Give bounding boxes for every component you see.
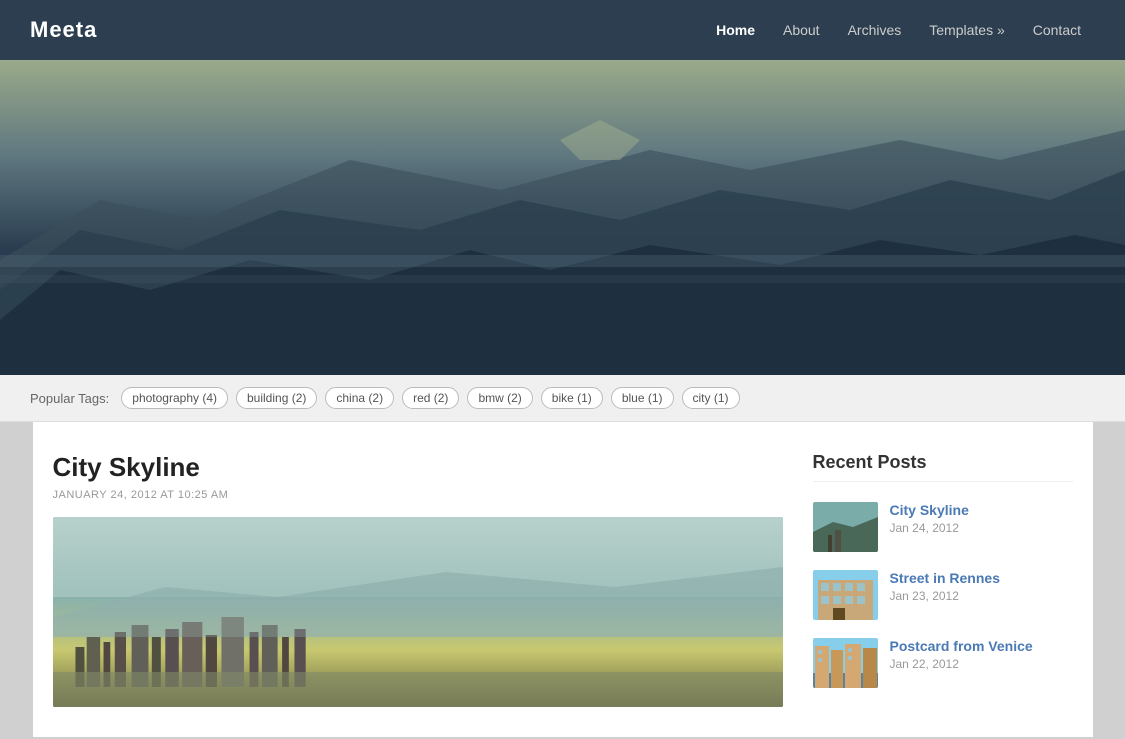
site-header: Meeta Home About Archives Templates » Co…	[0, 0, 1125, 60]
recent-post-item: City Skyline Jan 24, 2012	[813, 502, 1073, 552]
post-date: JANUARY 24, 2012 AT 10:25 AM	[53, 489, 783, 501]
tag-china[interactable]: china (2)	[325, 387, 394, 409]
recent-post-thumb-3	[813, 638, 878, 688]
recent-post-date-2: Jan 23, 2012	[890, 589, 1000, 603]
nav-home[interactable]: Home	[702, 0, 769, 60]
recent-post-item: Street in Rennes Jan 23, 2012	[813, 570, 1073, 620]
post-area: City Skyline JANUARY 24, 2012 AT 10:25 A…	[53, 452, 813, 707]
tag-city[interactable]: city (1)	[682, 387, 740, 409]
tag-photography[interactable]: photography (4)	[121, 387, 228, 409]
main-wrapper: City Skyline JANUARY 24, 2012 AT 10:25 A…	[33, 422, 1093, 737]
tag-building[interactable]: building (2)	[236, 387, 317, 409]
nav-about[interactable]: About	[769, 0, 834, 60]
recent-post-item: Postcard from Venice Jan 22, 2012	[813, 638, 1073, 688]
recent-post-date-3: Jan 22, 2012	[890, 657, 1033, 671]
post-image	[53, 517, 783, 707]
nav-archives[interactable]: Archives	[834, 0, 916, 60]
content-area: City Skyline JANUARY 24, 2012 AT 10:25 A…	[33, 422, 1093, 737]
recent-post-date-1: Jan 24, 2012	[890, 521, 969, 535]
nav-contact[interactable]: Contact	[1019, 0, 1095, 60]
recent-post-title-2[interactable]: Street in Rennes	[890, 570, 1000, 586]
sidebar: Recent Posts City Skyline Jan 24, 2012	[813, 452, 1073, 707]
tags-label: Popular Tags:	[30, 391, 109, 406]
recent-posts-title: Recent Posts	[813, 452, 1073, 482]
tag-bmw[interactable]: bmw (2)	[467, 387, 532, 409]
tag-blue[interactable]: blue (1)	[611, 387, 674, 409]
tags-bar: Popular Tags: photography (4) building (…	[0, 375, 1125, 422]
tag-red[interactable]: red (2)	[402, 387, 459, 409]
site-logo[interactable]: Meeta	[30, 17, 97, 43]
recent-post-info-1: City Skyline Jan 24, 2012	[890, 502, 969, 535]
recent-post-info-2: Street in Rennes Jan 23, 2012	[890, 570, 1000, 603]
main-nav: Home About Archives Templates » Contact	[702, 0, 1095, 60]
post-title: City Skyline	[53, 452, 783, 483]
nav-templates[interactable]: Templates »	[915, 0, 1018, 60]
hero-banner	[0, 60, 1125, 375]
recent-post-title-3[interactable]: Postcard from Venice	[890, 638, 1033, 654]
recent-post-thumb-1	[813, 502, 878, 552]
recent-post-thumb-2	[813, 570, 878, 620]
recent-post-info-3: Postcard from Venice Jan 22, 2012	[890, 638, 1033, 671]
tag-bike[interactable]: bike (1)	[541, 387, 603, 409]
recent-post-title-1[interactable]: City Skyline	[890, 502, 969, 518]
